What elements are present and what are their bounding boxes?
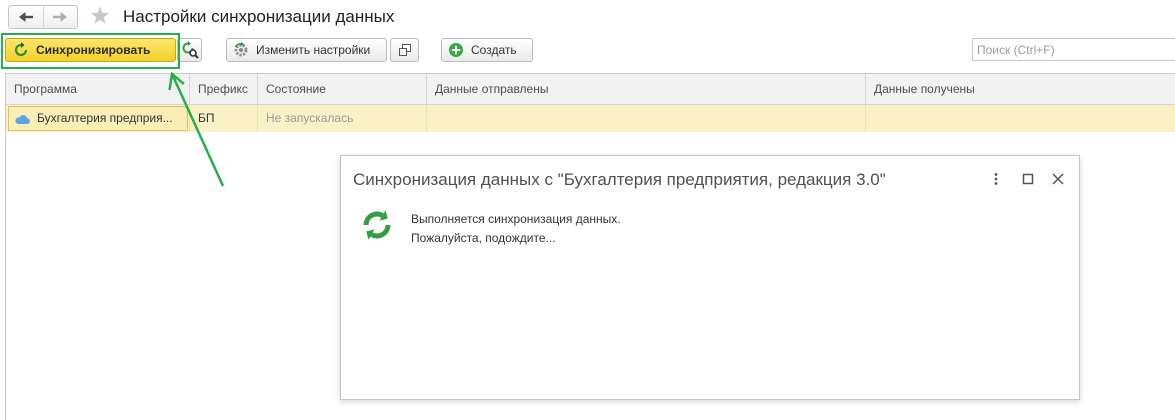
sync-progress-dialog: Синхронизация данных с "Бухгалтерия пред…: [340, 155, 1080, 400]
sync-button-label: Синхронизировать: [36, 43, 151, 57]
column-header-state[interactable]: Состояние: [258, 74, 427, 104]
dialog-message: Выполняется синхронизация данных. Пожалу…: [411, 210, 621, 248]
sync-search-icon: [181, 41, 199, 59]
program-name: Бухгалтерия предприя...: [37, 111, 173, 125]
more-vertical-icon[interactable]: [988, 171, 1004, 187]
forward-button[interactable]: [42, 6, 78, 28]
change-settings-button[interactable]: Изменить настройки: [226, 38, 387, 62]
maximize-icon[interactable]: [1020, 171, 1036, 187]
cell-program[interactable]: Бухгалтерия предприя...: [6, 105, 190, 132]
change-settings-label: Изменить настройки: [256, 43, 371, 57]
history-nav: [8, 5, 78, 29]
add-circle-icon: [448, 42, 464, 58]
create-button-label: Создать: [471, 43, 517, 57]
arrow-right-icon: [52, 11, 68, 23]
dialog-title: Синхронизация данных с "Бухгалтерия пред…: [353, 170, 886, 189]
column-header-data-received[interactable]: Данные получены: [866, 74, 1175, 104]
back-button[interactable]: [9, 6, 43, 28]
selected-cell[interactable]: Бухгалтерия предприя...: [8, 106, 188, 131]
arrow-left-icon: [18, 11, 34, 23]
page-title: Настройки синхронизации данных: [123, 7, 395, 26]
create-button[interactable]: Создать: [441, 38, 533, 62]
sync-icon: [13, 42, 29, 58]
star-icon[interactable]: [89, 5, 111, 27]
cloud-icon: [14, 113, 31, 125]
close-icon[interactable]: [1050, 171, 1066, 187]
cell-prefix[interactable]: БП: [190, 105, 258, 132]
table-header: Программа Префикс Состояние Данные отпра…: [6, 74, 1175, 105]
column-header-program[interactable]: Программа: [6, 74, 190, 104]
copy-icon: [398, 44, 411, 56]
settings-sync-icon: [233, 42, 249, 58]
table-row[interactable]: Бухгалтерия предприя... БП Не запускалас…: [6, 105, 1175, 132]
column-header-prefix[interactable]: Префикс: [190, 74, 258, 104]
search-input[interactable]: [972, 38, 1175, 61]
column-header-data-sent[interactable]: Данные отправлены: [427, 74, 866, 104]
cell-data-sent[interactable]: [427, 105, 866, 132]
cell-state[interactable]: Не запускалась: [258, 105, 427, 132]
cell-data-received[interactable]: [866, 105, 1175, 132]
dialog-message-line: Пожалуйста, подождите...: [411, 231, 556, 245]
sync-search-button[interactable]: [177, 38, 202, 62]
sync-progress-icon: [359, 206, 395, 244]
copy-button[interactable]: [390, 38, 419, 62]
sync-button[interactable]: Синхронизировать: [5, 38, 176, 62]
dialog-message-line: Выполняется синхронизация данных.: [411, 212, 621, 226]
